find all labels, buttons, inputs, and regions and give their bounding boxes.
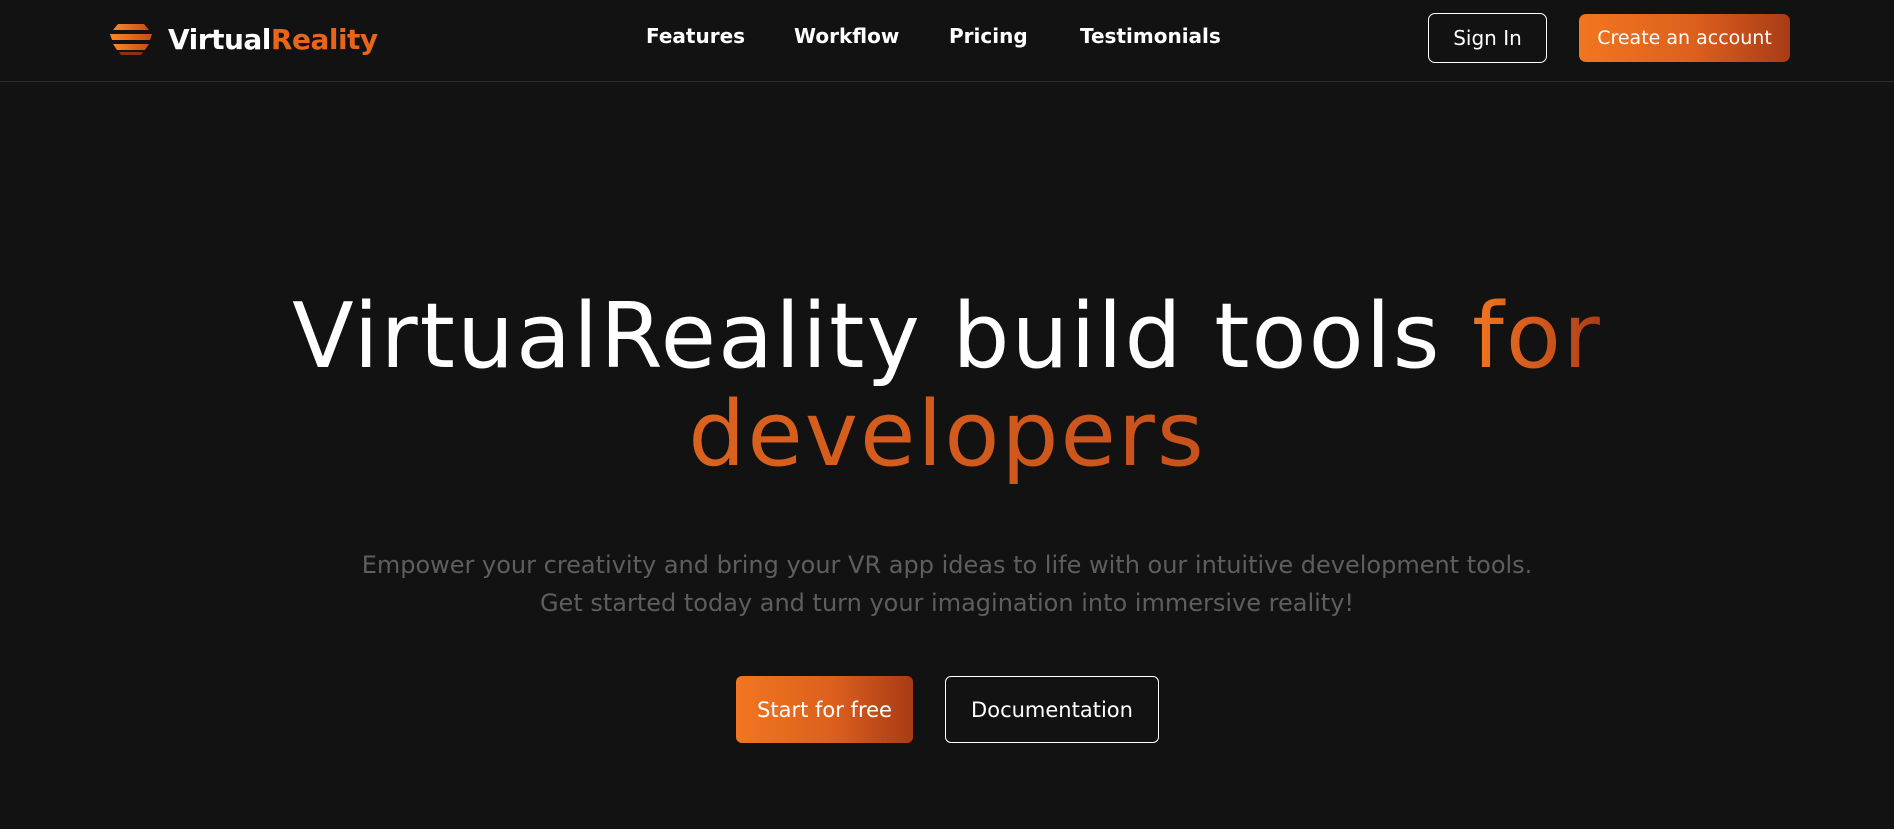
documentation-button[interactable]: Documentation (945, 676, 1159, 743)
top-navbar: VirtualReality Features Workflow Pricing… (0, 0, 1894, 82)
nav-link-workflow[interactable]: Workflow (794, 24, 899, 48)
start-for-free-button[interactable]: Start for free (736, 676, 913, 743)
hero-title-accent-for: for (1472, 284, 1602, 389)
nav-link-testimonials[interactable]: Testimonials (1080, 24, 1221, 48)
hero-subtitle-line2: Get started today and turn your imaginat… (539, 589, 1355, 617)
nav-link-features[interactable]: Features (646, 24, 745, 48)
hero-subtitle: Empower your creativity and bring your V… (0, 546, 1894, 622)
hero-title-main: VirtualReality build tools (292, 284, 1473, 389)
hero-title-accent-developers: developers (0, 386, 1894, 484)
sign-in-button[interactable]: Sign In (1428, 13, 1547, 63)
nav-link-pricing[interactable]: Pricing (949, 24, 1028, 48)
hero-subtitle-line1: Empower your creativity and bring your V… (361, 551, 1533, 579)
hero-title: VirtualReality build tools for developers (0, 288, 1894, 484)
create-account-button[interactable]: Create an account (1579, 14, 1790, 62)
